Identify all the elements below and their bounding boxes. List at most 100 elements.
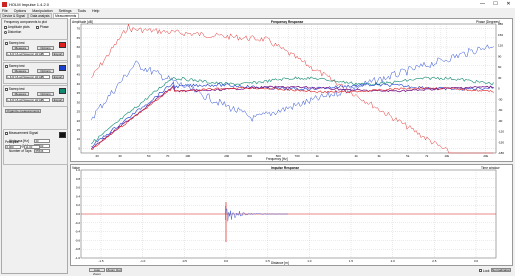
channel-3-enable[interactable]: Sweep test <box>5 87 25 91</box>
normalization-button[interactable]: Normalization <box>491 268 511 272</box>
imp-y-tick: 1.0 <box>76 168 81 172</box>
freq-x-tick: 70 <box>166 154 170 158</box>
maximize-button[interactable]: ☐ <box>489 0 502 8</box>
freq-y2-tick: -120 <box>498 130 504 134</box>
title-bar: HOLM Impulse 1.4.2.0 — ☐ ✕ <box>0 0 515 8</box>
imp-x-tick: 3.0 <box>474 259 479 263</box>
signal-color-swatch[interactable] <box>59 132 66 138</box>
channel-1-group: Sweep test Measure Options L & R 1/Log(S… <box>3 39 68 61</box>
channel-2-export-button[interactable]: Export <box>52 75 64 79</box>
channel-1-checkbox[interactable] <box>5 41 8 45</box>
measurements-panel: Frequency components to plot Amplitude p… <box>1 18 68 274</box>
window-title: HOLM Impulse 1.4.2.0 <box>9 1 50 7</box>
zoom-out-button[interactable]: Zoom Out <box>106 268 122 272</box>
distortion-option[interactable]: Distortion <box>4 30 21 34</box>
freq-x-tick: 5k <box>406 154 410 158</box>
imp-y-tick: -0.8 <box>75 247 81 251</box>
imp-y-tick: -0.2 <box>75 221 81 225</box>
channel-3-color-swatch[interactable] <box>59 88 66 94</box>
channel-1-options-button[interactable]: Options <box>37 46 54 50</box>
group-title: Frequency components to plot <box>4 20 47 24</box>
imp-x-tick: 2.5 <box>432 259 437 263</box>
freq-x-tick: 500 <box>276 154 281 158</box>
freq-y2-tick: 90 <box>498 54 502 58</box>
freq-y-tick: 50 <box>77 63 81 67</box>
freq-y2-tick: -60 <box>498 108 503 112</box>
freq-x-tick: 700 <box>295 154 300 158</box>
freq-x-tick: 2k <box>355 154 359 158</box>
app-icon <box>2 1 7 7</box>
frequency-response-chart[interactable]: 70 65 60 55 50 45 40 35 30 25 20 15 10 5 180 150 120 90 60… <box>71 19 514 163</box>
channel-2-options-button[interactable]: Options <box>37 69 54 73</box>
channel-2-measure-button[interactable]: Measure <box>12 69 29 73</box>
amplitude-option[interactable]: Amplitude plots <box>4 25 30 29</box>
amplitude-checkbox[interactable] <box>4 25 7 29</box>
channel-2-enable[interactable]: Sweep test <box>5 64 25 68</box>
channel-3-group: Sweep test Measure Options L & R 1/Log(S… <box>3 85 68 107</box>
freq-y-tick: 25 <box>77 110 81 114</box>
imp-y-tick: 0.8 <box>76 177 81 181</box>
freq-y-tick: 45 <box>77 73 81 77</box>
freq-y-tick: 20 <box>77 119 81 123</box>
auto-zoom-button[interactable]: Auto Zoom <box>89 268 105 275</box>
taps-label: Number of Taps <box>9 149 32 153</box>
measurement-signal-option[interactable]: Measurement Signal <box>5 131 38 135</box>
freq-y2-tick: 150 <box>498 33 503 37</box>
taps-field[interactable]: 65536 <box>34 148 50 153</box>
channel-3-measure-button[interactable]: Measure <box>12 92 29 96</box>
channel-1-measure-button[interactable]: Measure <box>12 46 29 50</box>
freq-x-tick: 20k <box>483 154 488 158</box>
peak-pos-field-2[interactable]: 11.00 <box>24 145 40 149</box>
peak-pos-field[interactable]: 0.000 <box>5 145 21 149</box>
channel-1-export-button[interactable]: Export <box>52 52 64 56</box>
freq-y-tick: 35 <box>77 91 81 95</box>
lock-checkbox[interactable] <box>479 269 482 273</box>
freq-x-tick: 7k <box>425 154 429 158</box>
channel-3-export-button[interactable]: Export <box>52 98 64 102</box>
highpass-field[interactable]: 20 <box>34 138 50 143</box>
impulse-response-chart[interactable]: -1.5 -1.0 -0.5 0.0 0.5 1.0 1.5 2.0 2.5 3.0 1.0 0.8 0… <box>71 165 514 267</box>
freq-x-tick: 30 <box>118 154 122 158</box>
freq-x-tick: 200 <box>224 154 229 158</box>
menu-options[interactable]: Options <box>14 9 26 13</box>
freq-y2-tick: -180 <box>498 151 504 155</box>
menu-file[interactable]: File <box>2 9 8 13</box>
menu-settings[interactable]: Settings <box>59 9 72 13</box>
imp-x-tick: -0.5 <box>182 259 188 263</box>
freq-y2-tick: 60 <box>498 65 502 69</box>
imp-y-tick: 0.4 <box>76 194 81 198</box>
channel-2-checkbox[interactable] <box>5 64 8 68</box>
imp-x-tick: 1.0 <box>307 259 312 263</box>
lock-option[interactable]: Lock <box>479 269 490 273</box>
freq-y-tick: 40 <box>77 82 81 86</box>
channel-3-checkbox[interactable] <box>5 87 8 91</box>
channel-2-group: Sweep test Measure Options L & R 1/Log(S… <box>3 62 68 84</box>
imp-x-tick: 0.5 <box>266 259 271 263</box>
menu-help[interactable]: Help <box>92 9 99 13</box>
channel-1-selector[interactable]: L & R 1/Log(Sweeps) Hi(1dB) <box>6 52 50 56</box>
freq-y-tick: 30 <box>77 100 81 104</box>
freq-y-tick: 70 <box>77 27 81 31</box>
channel-3-selector[interactable]: L & R 1/Log(Sweeps) Hi(1dB) <box>6 98 50 102</box>
channel-3-options-button[interactable]: Options <box>37 92 54 96</box>
channel-2-color-swatch[interactable] <box>59 65 66 71</box>
organize-measurements-button[interactable]: Organize measurements <box>5 109 41 113</box>
imp-x-tick: 1.5 <box>349 259 354 263</box>
distortion-radio[interactable] <box>4 30 7 34</box>
imp-x-tick: -1.5 <box>98 259 104 263</box>
close-button[interactable]: ✕ <box>502 0 515 8</box>
minimize-button[interactable]: — <box>476 0 489 8</box>
channel-1-color-swatch[interactable] <box>59 42 66 48</box>
freq-x-tick: 1k <box>316 154 320 158</box>
phase-option[interactable]: Phase <box>36 25 49 29</box>
channel-1-enable[interactable]: Sweep test <box>5 41 25 45</box>
phase-checkbox[interactable] <box>36 25 39 29</box>
imp-x-tick: 2.0 <box>391 259 396 263</box>
menu-manipulation[interactable]: Manipulation <box>32 9 52 13</box>
measurement-signal-checkbox[interactable] <box>5 131 8 135</box>
channel-2-selector[interactable]: L & R 1/Log(Sweeps) Hi(1dB) <box>6 75 50 79</box>
peak-pos-label: Peak pos. <box>5 140 20 144</box>
menu-tools[interactable]: Tools <box>78 9 86 13</box>
freq-y-tick: 10 <box>77 137 81 141</box>
imp-x-tick: -1.0 <box>140 259 146 263</box>
